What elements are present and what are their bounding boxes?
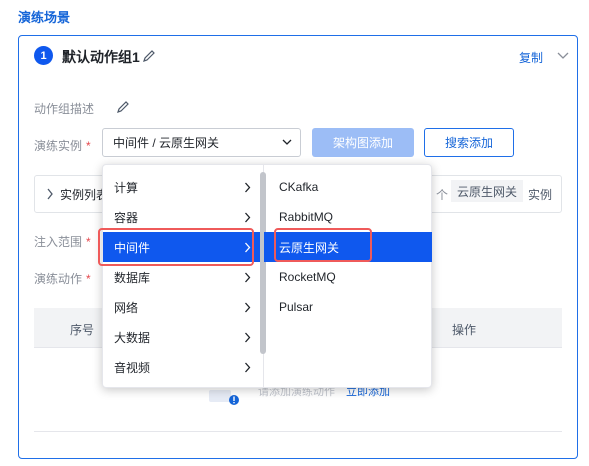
- instance-label: 演练实例 *: [34, 139, 91, 153]
- subitem-ckafka[interactable]: CKafka: [264, 172, 432, 202]
- arch-add-button[interactable]: 架构图添加: [312, 128, 414, 157]
- copy-button[interactable]: 复制: [519, 49, 543, 66]
- highlight-box-category: [98, 228, 254, 266]
- inject-scope-label: 注入范围 *: [34, 235, 91, 249]
- chevron-down-icon: [282, 139, 292, 145]
- category-label: 数据库: [114, 270, 151, 285]
- group-desc-label: 动作组描述: [34, 102, 95, 116]
- category-item-database[interactable]: 数据库: [103, 262, 261, 292]
- column-header-seq: 序号: [70, 323, 95, 337]
- subitem-rocketmq[interactable]: RocketMQ: [264, 262, 432, 292]
- group-index-badge: 1: [34, 46, 53, 65]
- instance-type-value: 中间件 / 云原生网关: [113, 136, 220, 150]
- instance-unit: 实例: [528, 188, 553, 202]
- chevron-right-icon: [245, 332, 251, 343]
- instance-type-select[interactable]: 中间件 / 云原生网关: [102, 128, 301, 157]
- instance-type-tag: 云原生网关: [451, 180, 524, 202]
- chevron-right-icon: [245, 302, 251, 313]
- category-item-media[interactable]: 音视频: [103, 352, 261, 382]
- category-label: 计算: [114, 180, 139, 195]
- highlight-box-subitem: [274, 228, 372, 262]
- category-label: 音视频: [114, 360, 151, 375]
- instance-count: 个: [436, 188, 449, 202]
- chevron-right-icon: [245, 212, 251, 223]
- chevron-right-icon[interactable]: [46, 188, 54, 200]
- column-header-op: 操作: [452, 323, 477, 337]
- category-label: 容器: [114, 210, 139, 225]
- pencil-icon[interactable]: [116, 100, 130, 114]
- group-title: 默认动作组1: [62, 49, 140, 65]
- category-item-network[interactable]: 网络: [103, 292, 261, 322]
- pencil-icon[interactable]: [142, 49, 156, 63]
- chevron-right-icon: [245, 182, 251, 193]
- instance-list-label: 实例列表: [60, 188, 109, 202]
- chevron-right-icon: [245, 362, 251, 373]
- category-item-bigdata[interactable]: 大数据: [103, 322, 261, 352]
- chevron-right-icon: [245, 272, 251, 283]
- search-add-button[interactable]: 搜索添加: [424, 128, 514, 157]
- category-item-compute[interactable]: 计算: [103, 172, 261, 202]
- action-label: 演练动作 *: [34, 272, 91, 286]
- subitem-pulsar[interactable]: Pulsar: [264, 292, 432, 322]
- section-title: 演练场景: [18, 10, 71, 25]
- category-label: 大数据: [114, 330, 151, 345]
- chevron-down-icon[interactable]: [557, 51, 569, 61]
- category-label: 网络: [114, 300, 139, 315]
